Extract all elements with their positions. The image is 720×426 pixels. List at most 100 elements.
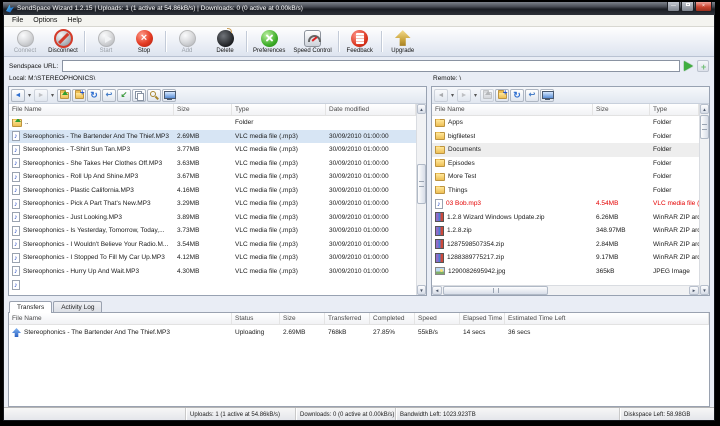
file-date: 30/09/2010 01:00:00 [326, 268, 416, 275]
1288389775217.zip[interactable]: 1288389775217.zip 9.17MB WinRAR ZIP arch… [432, 251, 699, 265]
speed-control-button[interactable]: Speed Control [289, 28, 335, 55]
preferences-button[interactable]: Preferences [249, 28, 289, 55]
new-folder-button[interactable] [72, 89, 86, 102]
forward-dropdown[interactable] [472, 89, 479, 102]
delete-button[interactable]: Delete [206, 28, 244, 55]
Stereophonics - Just Looking.MP3[interactable]: Stereophonics - Just Looking.MP3 3.89MB … [9, 211, 416, 225]
forward-dropdown[interactable] [49, 89, 56, 102]
column-header-status[interactable]: Status [232, 313, 280, 324]
scroll-up-icon[interactable]: ▲ [417, 104, 426, 114]
go-arrow-icon[interactable] [684, 61, 693, 71]
scroll-right-icon[interactable]: ► [689, 286, 699, 295]
remote-vertical-scrollbar[interactable]: ▲ ▼ [699, 104, 709, 295]
minimize-button[interactable]: — [667, 2, 680, 12]
send-button[interactable] [117, 89, 131, 102]
Apps[interactable]: Apps Folder [432, 116, 699, 130]
1.2.8 Wizard Windows Update.zip[interactable]: 1.2.8 Wizard Windows Update.zip 6.26MB W… [432, 211, 699, 225]
scrollbar-thumb[interactable] [443, 286, 548, 295]
forward-button[interactable] [457, 89, 471, 102]
1287598507354.zip[interactable]: 1287598507354.zip 2.84MB WinRAR ZIP arch… [432, 238, 699, 252]
menu-help[interactable]: Help [62, 17, 86, 24]
column-header-filename[interactable]: File Name [9, 313, 232, 324]
back-dropdown[interactable] [449, 89, 456, 102]
Stereophonics - I Wouldn't Believe Your Radio.M...[interactable]: Stereophonics - I Wouldn't Believe Your … [9, 238, 416, 252]
restore-button[interactable] [681, 2, 694, 12]
forward-button[interactable] [34, 89, 48, 102]
scroll-down-icon[interactable]: ▼ [417, 285, 426, 295]
Episodes[interactable]: Episodes Folder [432, 157, 699, 171]
search-button[interactable] [147, 89, 161, 102]
scroll-down-icon[interactable]: ▼ [700, 285, 709, 295]
add-button[interactable]: Add [168, 28, 206, 55]
desktop-button[interactable] [162, 89, 176, 102]
Stereophonics - Plastic California.MP3[interactable]: Stereophonics - Plastic California.MP3 4… [9, 184, 416, 198]
column-header-filename[interactable]: File Name [9, 104, 174, 115]
up-folder-button[interactable] [480, 89, 494, 102]
More Test[interactable]: More Test Folder [432, 170, 699, 184]
column-header-type[interactable]: Type [232, 104, 326, 115]
column-header-completed[interactable]: Completed [370, 313, 415, 324]
url-input[interactable] [62, 60, 680, 72]
table-row[interactable] [9, 278, 416, 292]
..[interactable]: .. Folder [9, 116, 416, 130]
back-dropdown[interactable] [26, 89, 33, 102]
column-header-date[interactable]: Date modified [326, 104, 416, 115]
Stereophonics - I Stopped To Fill My Car Up.MP3[interactable]: Stereophonics - I Stopped To Fill My Car… [9, 251, 416, 265]
Things[interactable]: Things Folder [432, 184, 699, 198]
bigfiletest[interactable]: bigfiletest Folder [432, 130, 699, 144]
Stereophonics - T-Shirt Sun Tan.MP3[interactable]: Stereophonics - T-Shirt Sun Tan.MP3 3.77… [9, 143, 416, 157]
column-header-estimated[interactable]: Estimated Time Left [505, 313, 709, 324]
Stereophonics - Is Yesterday, Tomorrow, Today,...[interactable]: Stereophonics - Is Yesterday, Tomorrow, … [9, 224, 416, 238]
add-url-button[interactable] [697, 60, 709, 72]
stop-button[interactable]: × Stop [125, 28, 163, 55]
start-button[interactable]: Start [87, 28, 125, 55]
scrollbar-thumb[interactable] [417, 164, 426, 204]
Stereophonics - The Bartender And The Thief.MP3[interactable]: Stereophonics - The Bartender And The Th… [9, 325, 709, 340]
back-button[interactable] [11, 89, 25, 102]
new-folder-button[interactable] [495, 89, 509, 102]
03 Bob.mp3[interactable]: 03 Bob.mp3 4.54MB VLC media file (.mp3) [432, 197, 699, 211]
Stereophonics - Hurry Up And Wait.MP3[interactable]: Stereophonics - Hurry Up And Wait.MP3 4.… [9, 265, 416, 279]
Stereophonics - The Bartender And The Thief.MP3[interactable]: Stereophonics - The Bartender And The Th… [9, 130, 416, 144]
undo-button[interactable] [102, 89, 116, 102]
up-folder-button[interactable] [57, 89, 71, 102]
desktop-button[interactable] [540, 89, 554, 102]
column-header-size[interactable]: Size [174, 104, 232, 115]
column-header-size[interactable]: Size [593, 104, 650, 115]
transfers-table: File Name Status Size Transferred Comple… [8, 312, 710, 407]
Stereophonics - She Takes Her Clothes Off.MP3[interactable]: Stereophonics - She Takes Her Clothes Of… [9, 157, 416, 171]
refresh-button[interactable] [87, 89, 101, 102]
disconnect-button[interactable]: Disconnect [44, 28, 82, 55]
column-header-type[interactable]: Type [650, 104, 699, 115]
connect-button[interactable]: Connect [6, 28, 44, 55]
undo-button[interactable] [525, 89, 539, 102]
column-header-transferred[interactable]: Transferred [325, 313, 370, 324]
scroll-up-icon[interactable]: ▲ [700, 104, 709, 114]
column-header-speed[interactable]: Speed [415, 313, 460, 324]
search-icon [150, 91, 159, 100]
back-button[interactable] [434, 89, 448, 102]
column-header-size[interactable]: Size [280, 313, 325, 324]
tab-activity-log[interactable]: Activity Log [53, 301, 102, 312]
copy-button[interactable] [132, 89, 146, 102]
folder-icon [435, 173, 445, 181]
column-header-filename[interactable]: File Name [432, 104, 593, 115]
refresh-button[interactable] [510, 89, 524, 102]
tab-transfers[interactable]: Transfers [9, 301, 52, 313]
close-button[interactable]: × [695, 2, 712, 12]
scroll-left-icon[interactable]: ◄ [432, 286, 442, 295]
upgrade-button[interactable]: Upgrade [384, 28, 422, 55]
feedback-button[interactable]: Feedback [341, 28, 379, 55]
column-header-elapsed[interactable]: Elapsed Time [460, 313, 505, 324]
scrollbar-thumb[interactable] [700, 115, 709, 139]
1290082695942.jpg[interactable]: 1290082695942.jpg 365kB JPEG Image [432, 265, 699, 279]
menu-file[interactable]: File [7, 17, 28, 24]
Documents[interactable]: Documents Folder [432, 143, 699, 157]
1.2.8.zip[interactable]: 1.2.8.zip 348.97MB WinRAR ZIP archive [432, 224, 699, 238]
feedback-icon [351, 30, 368, 47]
Stereophonics - Pick A Part That's New.MP3[interactable]: Stereophonics - Pick A Part That's New.M… [9, 197, 416, 211]
remote-horizontal-scrollbar[interactable]: ◄ ► [432, 285, 699, 295]
Stereophonics - Roll Up And Shine.MP3[interactable]: Stereophonics - Roll Up And Shine.MP3 3.… [9, 170, 416, 184]
local-vertical-scrollbar[interactable]: ▲ ▼ [416, 104, 426, 295]
menu-options[interactable]: Options [28, 17, 62, 24]
